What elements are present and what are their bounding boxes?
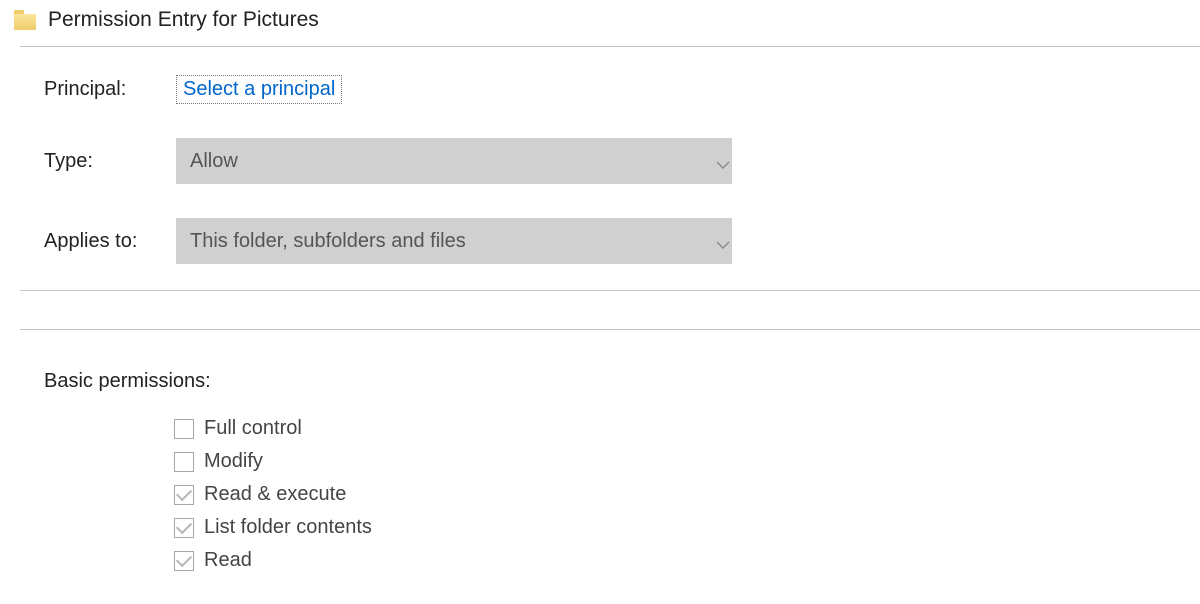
type-select[interactable]: Allow: [176, 138, 732, 184]
permission-label: Full control: [204, 417, 302, 440]
permission-label: Read: [204, 549, 252, 572]
checkbox[interactable]: [174, 419, 194, 439]
divider: [20, 290, 1200, 291]
principal-label: Principal:: [44, 78, 176, 101]
principal-group: Principal: Select a principal Type: Allo…: [20, 46, 1200, 290]
type-label: Type:: [44, 150, 176, 173]
permissions-label: Basic permissions:: [44, 370, 1200, 393]
permission-label: Modify: [204, 450, 263, 473]
checkbox[interactable]: [174, 551, 194, 571]
permission-label: Read & execute: [204, 483, 346, 506]
window-title: Permission Entry for Pictures: [48, 8, 319, 32]
permission-full-control[interactable]: Full control: [174, 417, 1200, 440]
permission-read[interactable]: Read: [174, 549, 1200, 572]
applies-select[interactable]: This folder, subfolders and files: [176, 218, 732, 264]
folder-icon: [14, 10, 36, 30]
select-principal-link[interactable]: Select a principal: [176, 75, 342, 104]
checkbox[interactable]: [174, 518, 194, 538]
permission-modify[interactable]: Modify: [174, 450, 1200, 473]
permission-list-folder[interactable]: List folder contents: [174, 516, 1200, 539]
type-row: Type: Allow: [44, 138, 1200, 184]
applies-value: This folder, subfolders and files: [190, 230, 466, 253]
checkbox[interactable]: [174, 452, 194, 472]
permissions-group: Basic permissions: Full control Modify R…: [20, 329, 1200, 604]
applies-label: Applies to:: [44, 230, 176, 253]
title-bar: Permission Entry for Pictures: [0, 0, 1200, 46]
principal-row: Principal: Select a principal: [44, 75, 1200, 104]
checkbox[interactable]: [174, 485, 194, 505]
type-value: Allow: [190, 150, 238, 173]
permission-label: List folder contents: [204, 516, 372, 539]
applies-row: Applies to: This folder, subfolders and …: [44, 218, 1200, 264]
permission-read-execute[interactable]: Read & execute: [174, 483, 1200, 506]
permissions-list: Full control Modify Read & execute List …: [174, 417, 1200, 572]
